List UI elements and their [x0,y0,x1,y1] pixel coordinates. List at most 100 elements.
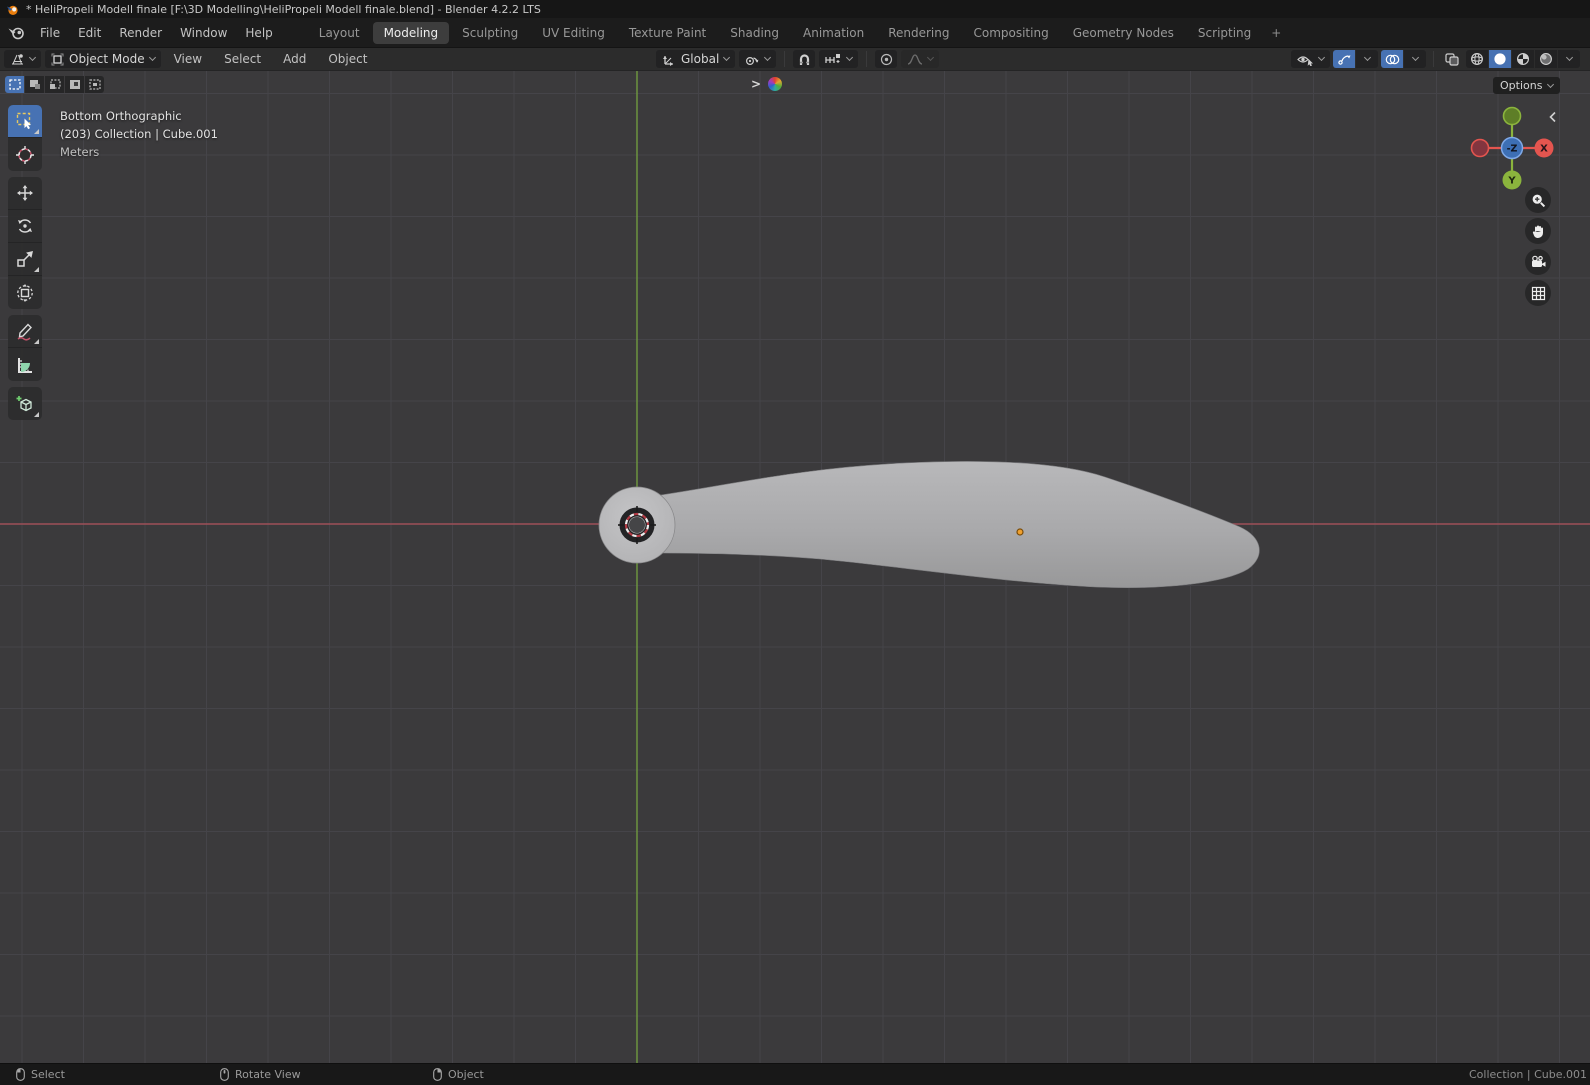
camera-view-button[interactable] [1525,249,1551,275]
rendered-shading-icon [1539,52,1553,66]
tab-sculpting[interactable]: Sculpting [451,22,529,44]
tab-compositing[interactable]: Compositing [962,22,1059,44]
gizmos-icon [1337,53,1351,66]
scale-tool[interactable] [8,243,42,276]
xray-toggle[interactable] [1441,50,1463,68]
pan-button[interactable] [1525,218,1551,244]
menu-add[interactable]: Add [274,48,315,70]
tool-variants-indicator [34,412,39,417]
annotate-tool[interactable] [8,315,42,348]
object-origin-dot[interactable] [1016,528,1024,536]
perspective-toggle-button[interactable] [1525,280,1551,306]
measure-icon [15,355,35,375]
select-mode-subtract-button[interactable] [45,76,64,93]
overlays-icon [1385,53,1400,66]
object-mode-icon [51,53,64,66]
select-mode-set-button[interactable] [5,76,24,93]
chevron-down-icon [1317,53,1326,62]
rotate-icon [15,216,35,236]
tab-geometry-nodes[interactable]: Geometry Nodes [1062,22,1185,44]
navigation-gizmo[interactable]: X Y -Z [1467,106,1557,190]
orientation-axes-icon [662,53,676,66]
menu-view[interactable]: View [165,48,211,70]
tool-variants-indicator [34,267,39,272]
tab-shading[interactable]: Shading [719,22,790,44]
chevron-down-icon [1565,53,1573,62]
editor-type-icon [10,53,25,66]
mode-selector[interactable]: Object Mode [45,50,161,68]
snap-toggle[interactable] [793,50,816,68]
cursor-tool[interactable] [8,138,42,171]
measure-tool[interactable] [8,348,42,381]
tab-uv-editing[interactable]: UV Editing [531,22,616,44]
select-box-tool[interactable] [8,105,42,138]
window-title: * HeliPropeli Modell finale [F:\3D Model… [26,2,541,16]
transform-orientation-selector[interactable]: Global [656,50,736,68]
tool-settings-expand[interactable]: > [751,77,783,91]
shading-dropdown[interactable] [1558,50,1580,68]
xray-icon [1445,52,1459,66]
viewport-3d[interactable]: > Options Bottom Orthographic (203) Coll… [0,71,1590,1063]
show-overlays-toggle[interactable] [1381,50,1403,68]
pivot-point-icon [745,53,760,66]
tab-layout[interactable]: Layout [308,22,371,44]
editor-type-button[interactable] [4,50,41,68]
gizmo-axis-x-neg[interactable] [1470,138,1490,158]
snap-target-selector[interactable] [819,50,859,68]
menu-edit[interactable]: Edit [69,22,110,44]
chevron-down-icon [927,53,935,62]
object-type-visibility-selector[interactable] [1291,50,1330,68]
select-mode-intersect-button[interactable] [85,76,104,93]
menu-render[interactable]: Render [110,22,171,44]
move-tool[interactable] [8,177,42,210]
sidebar-toggle[interactable] [1548,111,1557,123]
menu-help[interactable]: Help [236,22,281,44]
chevron-down-icon [764,53,772,62]
add-cube-icon [15,394,35,414]
wireframe-shading-button[interactable] [1466,50,1488,68]
tab-scripting[interactable]: Scripting [1187,22,1262,44]
show-gizmos-toggle[interactable] [1333,50,1355,68]
zoom-button[interactable] [1525,187,1551,213]
pivot-point-selector[interactable] [739,50,777,68]
divider [1433,51,1434,67]
gizmo-axis-y-neg[interactable] [1502,106,1522,126]
select-box-icon [15,111,35,131]
window-titlebar: * HeliPropeli Modell finale [F:\3D Model… [0,0,1590,18]
blender-logo-icon[interactable] [8,26,25,40]
options-button[interactable]: Options [1493,77,1561,94]
scale-icon [15,249,35,269]
menu-file[interactable]: File [31,22,69,44]
tab-modeling[interactable]: Modeling [372,21,450,44]
tab-animation[interactable]: Animation [792,22,875,44]
menu-window[interactable]: Window [171,22,236,44]
menu-object[interactable]: Object [319,48,376,70]
select-mode-extend-button[interactable] [25,76,44,93]
viewport-nav-buttons [1525,187,1551,306]
chevron-down-icon [1547,80,1555,88]
hand-icon [1531,224,1546,239]
chevron-down-icon [148,53,156,62]
overlays-dropdown[interactable] [1404,50,1426,68]
tab-rendering[interactable]: Rendering [877,22,960,44]
rendered-shading-button[interactable] [1535,50,1557,68]
select-mode-buttons [5,76,104,93]
menu-select[interactable]: Select [215,48,270,70]
cursor-icon [15,145,35,165]
proportional-falloff-selector[interactable] [901,50,940,68]
material-preview-shading-button[interactable] [1512,50,1534,68]
propeller-blade[interactable] [647,461,1260,588]
select-mode-invert-button[interactable] [65,76,84,93]
tool-variants-indicator [34,339,39,344]
add-workspace-button[interactable]: + [1264,22,1288,44]
transform-tool[interactable] [8,276,42,309]
gizmos-dropdown[interactable] [1356,50,1378,68]
solid-shading-button[interactable] [1489,50,1511,68]
tab-texture-paint[interactable]: Texture Paint [618,22,717,44]
add-cube-tool[interactable] [8,387,42,420]
rotate-tool[interactable] [8,210,42,243]
chevron-down-icon [1411,53,1419,62]
statusbar: Select Rotate View Object Collection | C… [0,1063,1590,1085]
proportional-editing-toggle[interactable] [875,50,898,68]
blender-app-icon [6,3,19,16]
